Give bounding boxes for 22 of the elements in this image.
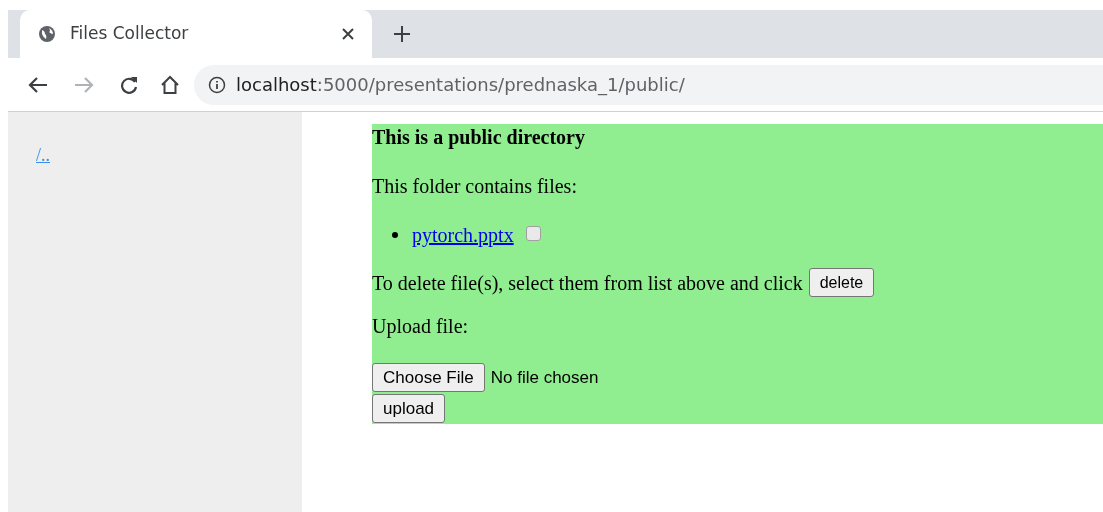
tab-title: Files Collector	[70, 22, 190, 46]
file-link[interactable]: pytorch.pptx	[412, 222, 514, 248]
upload-label: Upload file:	[372, 314, 470, 339]
file-status: No file chosen	[490, 366, 599, 389]
address-bar[interactable]: localhost:5000/presentations/prednaska_1/public/	[194, 64, 1103, 105]
home-icon[interactable]	[160, 74, 180, 95]
heading: This is a public directory	[372, 125, 586, 150]
info-icon	[208, 75, 226, 94]
reload-icon[interactable]	[120, 75, 138, 94]
new-tab-icon[interactable]	[394, 26, 410, 42]
delete-button[interactable]: delete	[808, 268, 875, 297]
globe-icon	[38, 25, 56, 43]
url-text: localhost:5000/presentations/prednaska_1/public/	[236, 73, 685, 98]
back-arrow-icon[interactable]	[28, 75, 48, 94]
bullet-icon	[392, 232, 398, 238]
checkbox[interactable]	[525, 225, 541, 241]
upload-button[interactable]: upload	[372, 394, 446, 424]
choose-file-button[interactable]: Choose File	[372, 363, 485, 392]
close-icon[interactable]	[342, 28, 354, 40]
instruction-text: To delete file(s), select them from list above and click	[372, 270, 803, 296]
files-label: This folder contains files:	[372, 174, 578, 199]
browser-tab[interactable]: Files Collector	[20, 10, 372, 58]
